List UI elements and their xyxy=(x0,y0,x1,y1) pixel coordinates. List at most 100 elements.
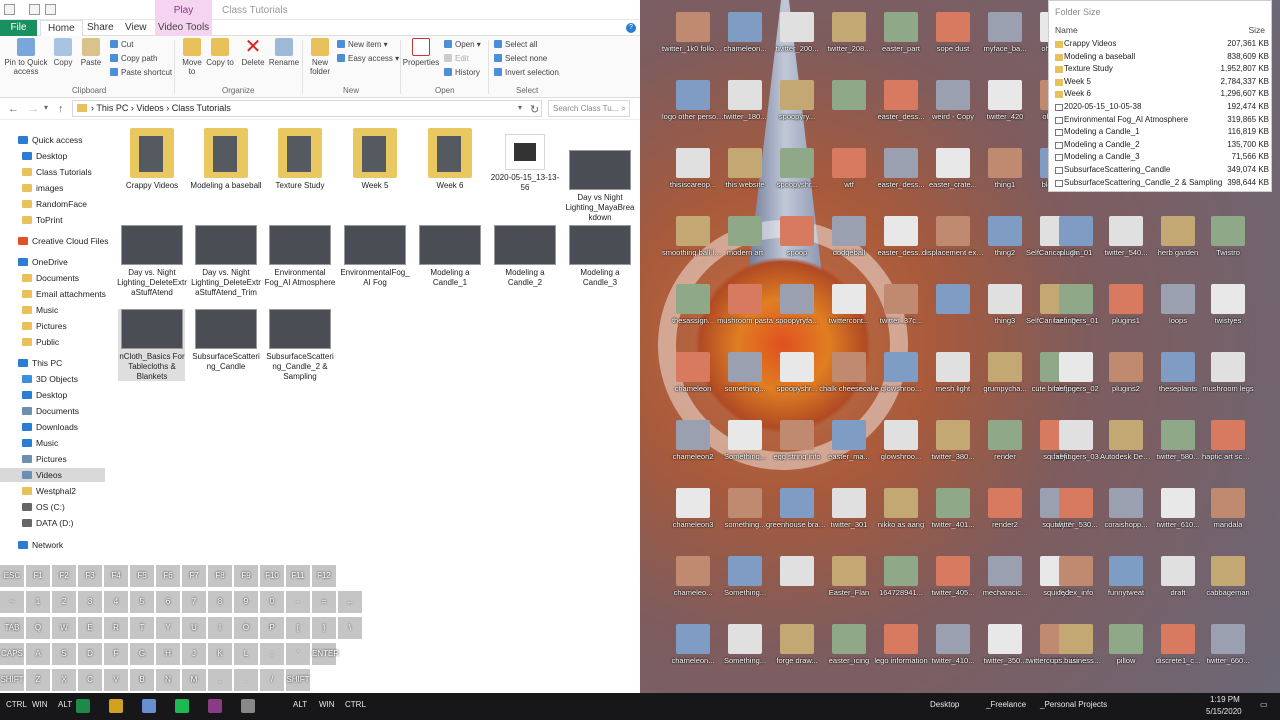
key[interactable]: 8 xyxy=(208,591,232,613)
nav-item[interactable]: RandomFace xyxy=(22,199,87,209)
file-tile[interactable]: Modeling a Candle_2 xyxy=(489,225,561,288)
key[interactable]: J xyxy=(182,643,206,665)
key[interactable]: F7 xyxy=(182,565,206,587)
key[interactable]: = xyxy=(312,591,336,613)
key[interactable]: M xyxy=(182,669,206,691)
key[interactable]: CAPS xyxy=(0,643,24,665)
nav-item[interactable]: Public xyxy=(22,337,59,347)
nav-item[interactable]: Pictures xyxy=(22,321,67,331)
key[interactable]: E xyxy=(78,617,102,639)
properties-quick-icon[interactable] xyxy=(29,4,40,15)
key[interactable]: G xyxy=(130,643,154,665)
desktop-icon[interactable]: ups business info xyxy=(1050,624,1102,665)
nav-item[interactable]: Quick access xyxy=(18,135,83,145)
key[interactable]: F4 xyxy=(104,565,128,587)
key[interactable]: F1 xyxy=(26,565,50,587)
file-tile[interactable]: Day vs Night Lighting_MayaBreakdown xyxy=(564,128,636,223)
notification-icon[interactable]: ▭ xyxy=(1260,700,1268,709)
key[interactable]: . xyxy=(234,669,258,691)
desktop-icon[interactable]: twitter_540... xyxy=(1100,216,1152,257)
excel-icon[interactable] xyxy=(76,699,90,713)
desktop-icon[interactable]: twistyes xyxy=(1202,284,1254,325)
invert-selection-button[interactable]: Invert selection xyxy=(494,68,559,77)
tab-home[interactable]: Home xyxy=(40,20,83,36)
select-all-button[interactable]: Select all xyxy=(494,40,537,49)
key[interactable]: 7 xyxy=(182,591,206,613)
tab-view[interactable]: View xyxy=(125,22,147,33)
key[interactable]: [ xyxy=(286,617,310,639)
key[interactable]: F8 xyxy=(208,565,232,587)
nav-item[interactable]: OneDrive xyxy=(18,257,68,267)
desktop-icon[interactable]: mushroom legs xyxy=(1202,352,1254,393)
help-icon[interactable]: ? xyxy=(626,23,636,33)
key[interactable]: O xyxy=(234,617,258,639)
breadcrumb-class-tutorials[interactable]: Class Tutorials xyxy=(172,103,231,113)
file-tile[interactable]: Modeling a baseball xyxy=(190,128,262,191)
desktop-icon[interactable]: twitter_610... xyxy=(1152,488,1204,529)
nav-item[interactable]: Class Tutorials xyxy=(22,167,92,177)
nav-item[interactable]: DATA (D:) xyxy=(22,518,73,528)
tab-share[interactable]: Share xyxy=(87,22,114,33)
key[interactable]: F12 xyxy=(312,565,336,587)
clock-date[interactable]: 5/15/2020 xyxy=(1206,707,1242,716)
file-tile[interactable]: Day vs. Night Lighting_DeleteExtraStuffA… xyxy=(116,225,188,298)
edit-button[interactable]: Edit xyxy=(444,54,469,63)
folder-size-row[interactable]: SubsurfaceScattering_Candle 349,074 KB xyxy=(1055,165,1269,177)
file-tile[interactable]: Modeling a Candle_3 xyxy=(564,225,636,288)
rename-button[interactable]: Rename xyxy=(268,38,300,67)
folder-size-row[interactable]: Environmental Fog_AI Atmosphere 319,865 K… xyxy=(1055,115,1269,127)
folder-size-row[interactable]: Crappy Videos 207,361 KB xyxy=(1055,39,1269,51)
recent-chevron-icon[interactable]: ▾ xyxy=(44,103,48,112)
key[interactable]: / xyxy=(260,669,284,691)
key[interactable]: SHIFT xyxy=(0,669,24,691)
col-name-header[interactable]: Name xyxy=(1055,25,1078,35)
key[interactable]: , xyxy=(208,669,232,691)
nav-item[interactable]: Desktop xyxy=(22,151,67,161)
folder-size-row[interactable]: Modeling a Candle_3 71,566 KB xyxy=(1055,152,1269,164)
key[interactable]: F5 xyxy=(130,565,154,587)
copy-to-button[interactable]: Copy to xyxy=(206,38,234,67)
key[interactable]: ~ xyxy=(0,591,24,613)
nav-item[interactable]: Documents xyxy=(22,406,79,416)
nav-item[interactable]: ToPrint xyxy=(22,215,62,225)
key[interactable]: SHIFT xyxy=(286,669,310,691)
nav-item[interactable]: OS (C:) xyxy=(22,502,65,512)
delete-button[interactable]: ✕ Delete xyxy=(238,37,268,67)
key[interactable]: 4 xyxy=(104,591,128,613)
key[interactable]: 1 xyxy=(26,591,50,613)
copy-button[interactable]: Copy xyxy=(50,38,76,67)
nav-item[interactable]: Documents xyxy=(22,273,79,283)
key[interactable]: I xyxy=(208,617,232,639)
history-button[interactable]: History xyxy=(444,68,480,77)
desktop-icon[interactable]: mandala xyxy=(1202,488,1254,529)
key[interactable]: Q xyxy=(26,617,50,639)
key[interactable]: W xyxy=(52,617,76,639)
key[interactable]: - xyxy=(286,591,310,613)
key[interactable]: \ xyxy=(338,617,362,639)
nav-item[interactable]: Music xyxy=(22,305,58,315)
taskbar-toolbar[interactable]: Desktop xyxy=(930,700,959,709)
nav-item[interactable]: Creative Cloud Files xyxy=(18,236,109,246)
folder-size-row[interactable]: Modeling a Candle_1 116,819 KB xyxy=(1055,127,1269,139)
desktop-icon[interactable]: plugins1 xyxy=(1100,284,1152,325)
key[interactable]: A xyxy=(26,643,50,665)
file-tile[interactable]: SubsurfaceScattering_Candle xyxy=(190,309,262,372)
up-arrow-icon[interactable]: ↑ xyxy=(58,103,64,115)
cut-button[interactable]: Cut xyxy=(110,40,133,49)
folder-size-row[interactable]: 2020-05-15_10-05-38 192,474 KB xyxy=(1055,102,1269,114)
key[interactable]: TAB xyxy=(0,617,24,639)
key[interactable]: ] xyxy=(312,617,336,639)
key[interactable]: F9 xyxy=(234,565,258,587)
nav-item[interactable]: Westphal2 xyxy=(22,486,76,496)
properties-button[interactable]: Properties xyxy=(402,38,440,67)
copy-path-button[interactable]: Copy path xyxy=(110,54,157,63)
taskbar-toolbar[interactable]: _Personal Projects xyxy=(1040,700,1107,709)
desktop-icon[interactable]: plugins2 xyxy=(1100,352,1152,393)
key[interactable]: F6 xyxy=(156,565,180,587)
key[interactable]: L xyxy=(234,643,258,665)
key[interactable]: ESC xyxy=(0,565,24,587)
key[interactable]: Z xyxy=(26,669,50,691)
nav-item[interactable]: 3D Objects xyxy=(22,374,78,384)
desktop-icon[interactable]: twitter_530... xyxy=(1050,488,1102,529)
play-context-tab[interactable]: Play xyxy=(155,0,212,20)
